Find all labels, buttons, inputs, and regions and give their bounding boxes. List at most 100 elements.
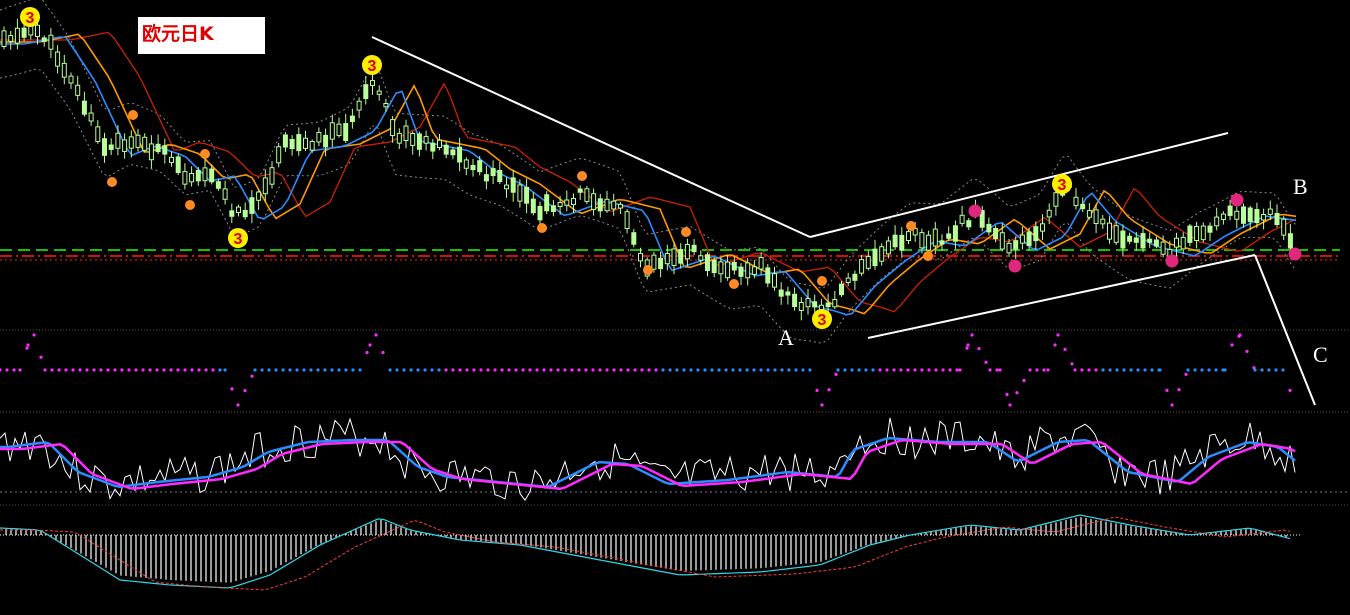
signal-dot: [941, 368, 945, 372]
signal-dot: [368, 343, 372, 347]
candle-body: [798, 301, 804, 311]
signal-dot: [703, 368, 707, 372]
signal-dot: [197, 368, 201, 372]
candle-body: [1247, 207, 1253, 222]
candle-body: [946, 233, 952, 239]
signal-dot: [1028, 368, 1032, 372]
signal-dot: [682, 368, 686, 372]
marker-3-label: 3: [818, 312, 827, 329]
candle-body: [470, 164, 476, 171]
candle-body: [926, 234, 932, 251]
candle-body: [1107, 222, 1112, 240]
candle-body: [1093, 209, 1099, 224]
candle-body: [825, 302, 831, 308]
candle-body: [999, 232, 1005, 250]
candle-body: [1254, 209, 1260, 224]
candle-body: [845, 277, 851, 283]
signal-dot: [731, 368, 735, 372]
signal-dot: [183, 368, 187, 372]
candle-body: [872, 248, 878, 267]
candle-body: [865, 256, 871, 269]
signal-dot: [892, 368, 896, 372]
candle-body: [1187, 225, 1193, 243]
signal-dot: [955, 368, 959, 372]
marker-3-label: 3: [368, 58, 377, 75]
annotation-b: B: [1293, 174, 1308, 199]
marker-pink: [968, 204, 982, 218]
signal-dot: [218, 368, 222, 372]
signal-dot: [591, 368, 595, 372]
signal-dot: [274, 368, 278, 372]
signal-dot: [230, 387, 234, 391]
signal-panel: [0, 333, 1292, 407]
candle-body: [1220, 213, 1226, 221]
macd-panel: [0, 514, 1300, 591]
candle-body: [711, 259, 717, 274]
marker-orange: [185, 200, 195, 210]
signal-dot: [965, 346, 969, 350]
candle-body: [604, 198, 610, 212]
signal-dot: [1230, 343, 1234, 347]
signal-dot: [1015, 391, 1019, 395]
signal-dot: [402, 368, 406, 372]
signal-dot: [134, 368, 138, 372]
candle-body: [135, 134, 141, 148]
candle-body: [584, 188, 590, 202]
candle-body: [289, 139, 295, 150]
signal-dot: [190, 368, 194, 372]
candle-body: [1019, 234, 1025, 244]
candle-body: [818, 304, 824, 311]
candle-body: [1133, 237, 1139, 243]
signal-dot: [309, 368, 313, 372]
signal-dot: [787, 368, 791, 372]
candle-body: [48, 34, 54, 50]
candle-body: [1, 30, 7, 48]
signal-dot: [330, 368, 334, 372]
signal-dot: [162, 368, 166, 372]
signal-dot: [409, 368, 413, 372]
candle-body: [638, 252, 643, 262]
signal-dot: [773, 368, 777, 372]
signal-dot: [689, 368, 693, 372]
signal-dot: [1122, 368, 1126, 372]
price-panel: 3 3 3 3 3: [0, 0, 1350, 506]
signal-dot: [654, 368, 658, 372]
signal-dot: [1094, 368, 1098, 372]
candle-body: [1033, 226, 1039, 242]
signal-dot: [479, 368, 483, 372]
candle-body: [705, 254, 710, 271]
signal-dot: [18, 368, 22, 372]
candle-body: [718, 261, 724, 275]
signal-dot: [57, 368, 61, 372]
signal-dot: [1129, 368, 1133, 372]
candle-body: [396, 132, 402, 144]
candle-body: [75, 84, 81, 96]
candle-body: [550, 205, 556, 213]
signal-dot: [1281, 368, 1285, 372]
signal-dot: [598, 368, 602, 372]
signal-dot: [843, 368, 847, 372]
signal-dot: [605, 368, 609, 372]
signal-dot: [1136, 368, 1140, 372]
signal-dot: [640, 368, 644, 372]
candle-body: [892, 234, 898, 248]
candle-body: [1160, 241, 1166, 255]
signal-dot: [0, 368, 2, 372]
candle-body: [1241, 206, 1246, 224]
signal-dot: [155, 368, 159, 372]
candle-body: [430, 142, 436, 152]
candle-body: [363, 84, 369, 100]
signal-dot: [1073, 368, 1077, 372]
signal-dot: [451, 368, 455, 372]
signal-dot: [381, 350, 385, 355]
signal-dot: [1063, 347, 1067, 352]
signal-dot: [612, 368, 616, 372]
signal-dot: [486, 368, 490, 372]
candle-body: [376, 90, 382, 95]
signal-dot: [295, 368, 299, 372]
signal-dot: [323, 368, 327, 372]
candle-body: [1287, 233, 1293, 249]
signal-dot: [1170, 403, 1174, 407]
signal-dot: [857, 368, 861, 372]
candle-body: [249, 197, 255, 214]
